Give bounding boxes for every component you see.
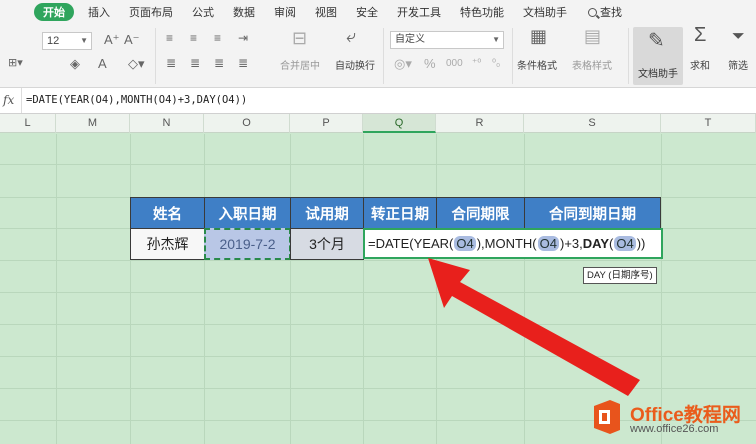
office-logo-icon bbox=[594, 400, 620, 434]
spreadsheet-window: 开始 插入 页面布局 公式 数据 审阅 视图 安全 开发工具 特色功能 文档助手… bbox=[0, 0, 756, 444]
watermark-url: www.office26.com bbox=[630, 423, 719, 435]
watermark: Office教程网 www.office26.com bbox=[590, 392, 756, 444]
annotation-arrow-icon bbox=[428, 258, 640, 396]
